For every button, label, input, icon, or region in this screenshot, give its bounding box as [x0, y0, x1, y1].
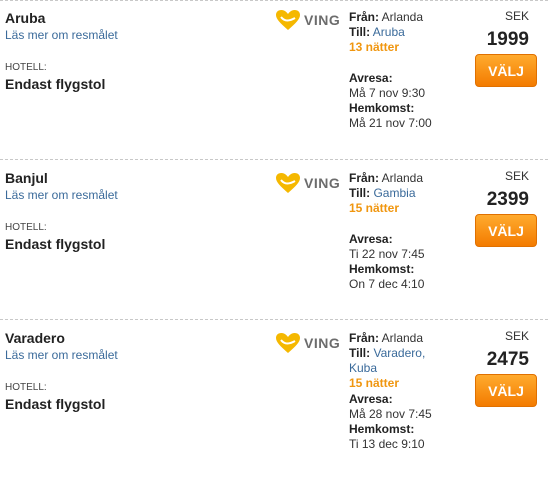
return-label: Hemkomst:: [349, 262, 415, 276]
destination-title: Banjul: [5, 170, 48, 186]
destination-title: Varadero: [5, 330, 65, 346]
trip-info: Från: Arlanda Till: Varadero, Kuba 15 nä…: [349, 331, 432, 452]
read-more-link[interactable]: Läs mer om resmålet: [5, 348, 118, 362]
brand-name: VING: [304, 335, 341, 351]
read-more-link[interactable]: Läs mer om resmålet: [5, 28, 118, 42]
to-value-line2[interactable]: Kuba: [349, 361, 432, 376]
ving-logo: VING: [275, 172, 355, 194]
trip-info: Från: Arlanda Till: Gambia 15 nätter Avr…: [349, 171, 425, 292]
select-button[interactable]: VÄLJ: [475, 374, 537, 407]
ving-logo: VING: [275, 9, 355, 31]
return-label: Hemkomst:: [349, 101, 415, 115]
depart-value: Må 7 nov 9:30: [349, 86, 426, 100]
destination-title: Aruba: [5, 10, 46, 26]
price-box: SEK 1999: [458, 9, 548, 51]
offer-card-aruba: Aruba Läs mer om resmålet HOTELL: Endast…: [0, 0, 556, 160]
price-value: 1999: [486, 29, 529, 50]
offer-list: Aruba Läs mer om resmålet HOTELL: Endast…: [0, 0, 556, 476]
to-label: Till:: [349, 346, 371, 360]
read-more-link[interactable]: Läs mer om resmålet: [5, 188, 118, 202]
return-value: Ti 13 dec 9:10: [349, 437, 425, 451]
offer-card-banjul: Banjul Läs mer om resmålet HOTELL: Endas…: [0, 160, 556, 320]
trip-info: Från: Arlanda Till: Aruba 13 nätter Avre…: [349, 10, 432, 131]
brand-name: VING: [304, 175, 341, 191]
depart-value: Må 28 nov 7:45: [349, 407, 432, 421]
nights-count: 13 nätter: [349, 40, 400, 54]
hotel-value: Endast flygstol: [5, 236, 106, 252]
from-label: Från:: [349, 10, 379, 24]
depart-label: Avresa:: [349, 392, 393, 406]
price-box: SEK 2399: [458, 169, 548, 211]
return-value: On 7 dec 4:10: [349, 277, 425, 291]
currency-label: SEK: [504, 169, 529, 183]
nights-count: 15 nätter: [349, 376, 400, 390]
hotel-label: HOTELL:: [5, 382, 47, 393]
depart-label: Avresa:: [349, 232, 393, 246]
from-value: Arlanda: [381, 10, 424, 24]
hotel-value: Endast flygstol: [5, 396, 106, 412]
ving-logo: VING: [275, 332, 355, 354]
select-button[interactable]: VÄLJ: [475, 214, 537, 247]
heart-icon: [276, 173, 300, 193]
hotel-label: HOTELL:: [5, 62, 47, 73]
price-value: 2399: [486, 189, 529, 210]
hotel-label: HOTELL:: [5, 222, 47, 233]
currency-label: SEK: [504, 9, 529, 23]
nights-count: 15 nätter: [349, 201, 400, 215]
return-label: Hemkomst:: [349, 422, 415, 436]
offer-card-varadero: Varadero Läs mer om resmålet HOTELL: End…: [0, 320, 556, 480]
depart-value: Ti 22 nov 7:45: [349, 247, 425, 261]
to-value[interactable]: Varadero,: [373, 346, 425, 360]
to-value[interactable]: Aruba: [373, 25, 405, 39]
depart-label: Avresa:: [349, 71, 393, 85]
select-button[interactable]: VÄLJ: [475, 54, 537, 87]
from-label: Från:: [349, 171, 379, 185]
currency-label: SEK: [504, 329, 529, 343]
heart-icon: [276, 10, 300, 30]
heart-icon: [276, 333, 300, 353]
hotel-value: Endast flygstol: [5, 76, 106, 92]
to-value[interactable]: Gambia: [373, 186, 415, 200]
return-value: Må 21 nov 7:00: [349, 116, 432, 130]
from-label: Från:: [349, 331, 379, 345]
to-label: Till:: [349, 25, 371, 39]
to-label: Till:: [349, 186, 371, 200]
from-value: Arlanda: [381, 171, 424, 185]
price-box: SEK 2475: [458, 329, 548, 371]
brand-name: VING: [304, 12, 341, 28]
price-value: 2475: [486, 349, 529, 370]
from-value: Arlanda: [381, 331, 424, 345]
